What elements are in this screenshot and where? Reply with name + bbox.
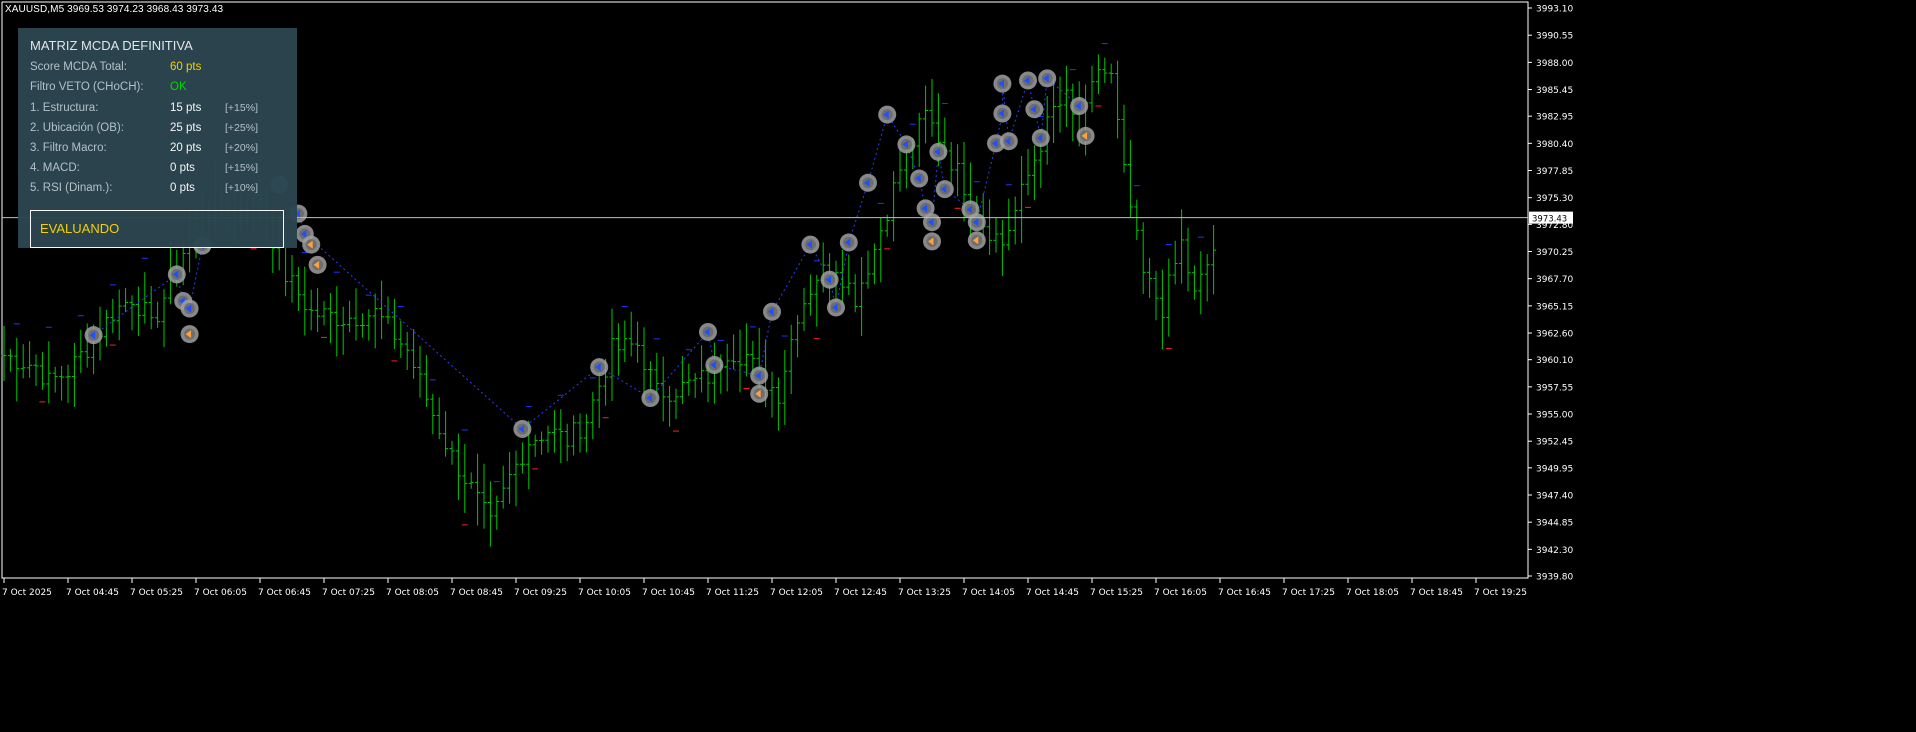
row-label: 1. Estructura: bbox=[30, 102, 99, 114]
row-weight: [+15%] bbox=[225, 162, 258, 174]
y-axis-label: 3977.85 bbox=[1536, 167, 1573, 177]
status-box: EVALUANDO bbox=[30, 210, 284, 248]
x-axis-label: 7 Oct 10:45 bbox=[642, 588, 695, 598]
x-axis-label: 7 Oct 2025 bbox=[2, 588, 52, 598]
row-weight: [+10%] bbox=[225, 182, 258, 194]
x-axis-label: 7 Oct 15:25 bbox=[1090, 588, 1143, 598]
x-axis-label: 7 Oct 12:45 bbox=[834, 588, 887, 598]
score-label: Score MCDA Total: bbox=[30, 61, 127, 73]
row-value: 25 pts bbox=[170, 122, 202, 134]
y-axis-label: 3988.00 bbox=[1536, 59, 1573, 69]
x-axis-label: 7 Oct 04:45 bbox=[66, 588, 119, 598]
ohlc-values: 3969.53 3974.23 3968.43 3973.43 bbox=[67, 4, 224, 15]
x-axis-label: 7 Oct 07:25 bbox=[322, 588, 375, 598]
row-weight: [+20%] bbox=[225, 142, 258, 154]
x-axis-label: 7 Oct 19:25 bbox=[1474, 588, 1527, 598]
y-axis-label: 3972.80 bbox=[1536, 221, 1573, 231]
y-axis-label: 3949.95 bbox=[1536, 464, 1573, 474]
y-axis-label: 3942.30 bbox=[1536, 546, 1573, 556]
symbol-label: XAUUSD,M5 bbox=[5, 4, 65, 15]
x-axis-label: 7 Oct 17:25 bbox=[1282, 588, 1335, 598]
y-axis-label: 3970.25 bbox=[1536, 248, 1573, 258]
y-axis-label: 3965.15 bbox=[1536, 302, 1573, 312]
x-axis-label: 7 Oct 14:05 bbox=[962, 588, 1015, 598]
x-axis-label: 7 Oct 16:05 bbox=[1154, 588, 1207, 598]
y-axis-label: 3985.45 bbox=[1536, 86, 1573, 96]
y-axis-label: 3960.10 bbox=[1536, 356, 1573, 366]
x-axis-label: 7 Oct 06:45 bbox=[258, 588, 311, 598]
veto-label: Filtro VETO (CHoCH): bbox=[30, 81, 144, 93]
panel-title: MATRIZ MCDA DEFINITIVA bbox=[30, 38, 193, 53]
x-axis-label: 7 Oct 08:45 bbox=[450, 588, 503, 598]
row-label: 2. Ubicación (OB): bbox=[30, 122, 124, 134]
x-axis-label: 7 Oct 11:25 bbox=[706, 588, 759, 598]
veto-value: OK bbox=[170, 81, 187, 93]
row-label: 4. MACD: bbox=[30, 162, 80, 174]
x-axis-label: 7 Oct 16:45 bbox=[1218, 588, 1271, 598]
row-label: 3. Filtro Macro: bbox=[30, 142, 107, 154]
status-text: EVALUANDO bbox=[40, 221, 120, 236]
row-weight: [+25%] bbox=[225, 122, 258, 134]
y-axis-label: 3955.00 bbox=[1536, 411, 1573, 421]
x-axis-label: 7 Oct 09:25 bbox=[514, 588, 567, 598]
x-axis-label: 7 Oct 05:25 bbox=[130, 588, 183, 598]
x-axis-label: 7 Oct 10:05 bbox=[578, 588, 631, 598]
y-axis-label: 3957.55 bbox=[1536, 383, 1573, 393]
row-label: 5. RSI (Dinam.): bbox=[30, 182, 113, 194]
row-value: 20 pts bbox=[170, 142, 202, 154]
x-axis-label: 7 Oct 12:05 bbox=[770, 588, 823, 598]
y-axis-label: 3944.85 bbox=[1536, 519, 1573, 529]
symbol-header: XAUUSD,M5 3969.53 3974.23 3968.43 3973.4… bbox=[5, 4, 223, 15]
y-axis-label: 3947.40 bbox=[1536, 492, 1573, 502]
x-axis-label: 7 Oct 13:25 bbox=[898, 588, 951, 598]
x-axis-label: 7 Oct 18:05 bbox=[1346, 588, 1399, 598]
row-value: 15 pts bbox=[170, 102, 202, 114]
score-value: 60 pts bbox=[170, 61, 202, 73]
y-axis-label: 3975.30 bbox=[1536, 194, 1573, 204]
chart-window[interactable]: 3973.43 3993.10 3990.55 3988.00 3985.45 3982.… bbox=[0, 0, 1916, 727]
mcda-panel: MATRIZ MCDA DEFINITIVA Score MCDA Total:… bbox=[18, 28, 297, 248]
y-axis-label: 3939.80 bbox=[1536, 573, 1573, 583]
y-axis-label: 3980.40 bbox=[1536, 140, 1573, 150]
x-axis-label: 7 Oct 06:05 bbox=[194, 588, 247, 598]
row-value: 0 pts bbox=[170, 162, 195, 174]
y-axis-label: 3967.70 bbox=[1536, 275, 1573, 285]
row-value: 0 pts bbox=[170, 182, 195, 194]
row-weight: [+15%] bbox=[225, 102, 258, 114]
y-axis-label: 3982.95 bbox=[1536, 113, 1573, 123]
y-axis-label: 3952.45 bbox=[1536, 438, 1573, 448]
y-axis-label: 3990.55 bbox=[1536, 32, 1573, 42]
x-axis-label: 7 Oct 14:45 bbox=[1026, 588, 1079, 598]
x-axis-label: 7 Oct 08:05 bbox=[386, 588, 439, 598]
x-axis-label: 7 Oct 18:45 bbox=[1410, 588, 1463, 598]
y-axis-label: 3993.10 bbox=[1536, 5, 1573, 15]
y-axis-label: 3962.60 bbox=[1536, 330, 1573, 340]
